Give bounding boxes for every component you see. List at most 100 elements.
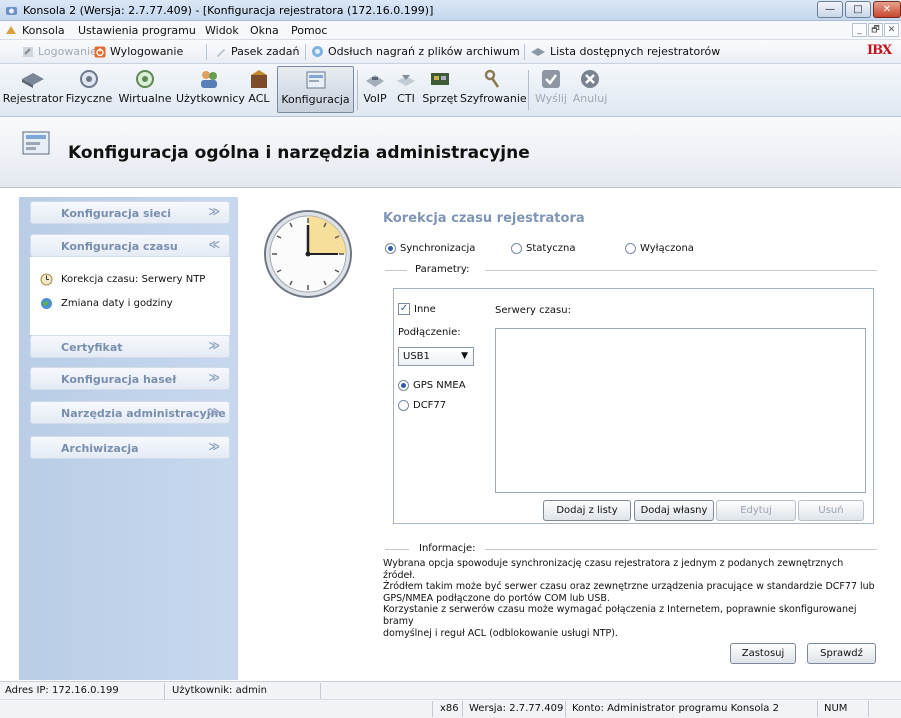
connection-label: Podłączenie: <box>398 327 461 338</box>
protocol-dcf77-radio[interactable]: DCF77 <box>398 400 446 411</box>
toolbar-szyfrowanie[interactable]: Szyfrowanie <box>460 66 527 113</box>
mdi-minimize-button[interactable]: _ <box>852 23 867 37</box>
time-servers-list[interactable] <box>495 328 866 493</box>
minimize-button[interactable]: — <box>817 1 843 18</box>
toolbar-wyslij[interactable]: Wyślij <box>532 66 570 113</box>
sidebar: Konfiguracja sieci ≫ Konfiguracja czasu … <box>19 197 238 680</box>
archive-playback-button[interactable]: Odsłuch nagrań z plików archiwum <box>311 45 520 58</box>
toolbar-label: Wyślij <box>534 92 568 105</box>
mode-sync-radio[interactable]: Synchronizacja <box>385 243 475 254</box>
status-num: NUM <box>824 703 848 714</box>
check-button[interactable]: Sprawdź <box>807 643 876 664</box>
toolbar-label: Rejestrator <box>2 92 64 105</box>
servers-label: Serwery czasu: <box>495 305 571 316</box>
sidebar-group-archiving[interactable]: Archiwizacja ≫ <box>30 436 230 459</box>
toolbar-wirtualne[interactable]: Wirtualne <box>115 66 175 113</box>
recorder-icon <box>531 47 545 56</box>
sidebar-group-label: Konfiguracja sieci <box>61 207 172 220</box>
info-line: Źródłem takim może być serwer czasu oraz… <box>383 581 875 593</box>
toolbar-voip[interactable]: VoIP <box>360 66 390 113</box>
status-bar: Adres IP: 172.16.0.199 Użytkownik: admin <box>0 681 901 699</box>
info-line: domyślnej i reguł ACL (odblokowanie usłu… <box>383 627 618 639</box>
mode-disabled-radio[interactable]: Wyłączona <box>625 243 694 254</box>
sidebar-item-label: Zmiana daty i godziny <box>61 298 173 309</box>
app-icon <box>6 7 17 15</box>
chevron-down-icon: ≫ <box>208 440 220 453</box>
mode-static-radio[interactable]: Statyczna <box>511 243 575 254</box>
separator <box>357 70 358 110</box>
toolbar-acl[interactable]: ACL <box>244 66 274 113</box>
recorders-list-button[interactable]: Lista dostępnych rejestratorów <box>530 45 720 58</box>
radio-selected <box>385 243 396 254</box>
logout-button[interactable]: Wylogowanie <box>94 45 183 58</box>
chevron-down-icon: ≫ <box>208 405 220 418</box>
menu-bar: Konsola Ustawienia programu Widok Okna P… <box>0 21 901 40</box>
window-title: Konsola 2 (Wersja: 2.7.77.409) - [Konfig… <box>23 4 434 17</box>
sidebar-item-date-time[interactable]: Zmiana daty i godziny <box>40 297 173 310</box>
toolbar-anuluj[interactable]: Anuluj <box>570 66 610 113</box>
cti-icon <box>397 75 415 86</box>
mdi-close-button[interactable]: ✕ <box>884 23 899 37</box>
sidebar-group-certificate[interactable]: Certyfikat ≫ <box>30 335 230 358</box>
sidebar-time-items: Korekcja czasu: Serwery NTP Zmiana daty … <box>30 257 230 335</box>
configuration-icon <box>22 131 50 155</box>
users-icon <box>201 71 217 88</box>
toolbar-sprzet[interactable]: Sprzęt <box>422 66 458 113</box>
sidebar-group-label: Konfiguracja haseł <box>61 373 177 386</box>
separator <box>817 701 818 717</box>
info-line: Wybrana opcja spowoduje synchronizację c… <box>383 558 844 581</box>
divider <box>485 270 877 271</box>
sidebar-group-passwords[interactable]: Konfiguracja haseł ≫ <box>30 367 230 390</box>
other-checkbox[interactable]: ✓ Inne <box>398 303 436 315</box>
sidebar-group-network[interactable]: Konfiguracja sieci ≫ <box>30 201 230 224</box>
toolbar-label: Sprzęt <box>422 92 458 105</box>
add-own-button[interactable]: Dodaj własny <box>634 500 714 521</box>
menu-konsola[interactable]: Konsola <box>22 24 65 37</box>
logout-label: Wylogowanie <box>110 45 184 58</box>
toolbar-konfiguracja[interactable]: Konfiguracja <box>277 66 354 113</box>
toolbar-rejestrator[interactable]: Rejestrator <box>2 66 64 113</box>
connection-value: USB1 <box>403 351 430 362</box>
toolbar-uzytkownicy[interactable]: Użytkownicy <box>176 66 245 113</box>
sidebar-group-label: Archiwizacja <box>61 442 139 455</box>
toolbar-cti[interactable]: CTI <box>392 66 420 113</box>
status-ip: Adres IP: 172.16.0.199 <box>5 685 119 696</box>
login-label: Logowanie <box>38 45 97 58</box>
main-toolbar: Rejestrator Fizyczne Wirtualne Użytkowni… <box>0 64 901 117</box>
toolbar-fizyczne[interactable]: Fizyczne <box>64 66 114 113</box>
logout-icon <box>94 46 106 57</box>
login-button[interactable]: Logowanie <box>22 45 97 58</box>
status-arch: x86 <box>440 703 459 714</box>
sidebar-item-ntp[interactable]: Korekcja czasu: Serwery NTP <box>40 273 205 286</box>
sidebar-group-time[interactable]: Konfiguracja czasu ≪ <box>30 234 230 257</box>
separator <box>206 44 207 60</box>
cancel-icon <box>581 70 599 88</box>
toolbar-label: Fizyczne <box>65 92 113 105</box>
key-icon <box>484 69 500 88</box>
maximize-button[interactable]: □ <box>845 1 871 18</box>
status-user: Użytkownik: admin <box>172 685 267 696</box>
checkbox-label: Inne <box>414 303 436 315</box>
sidebar-group-admin-tools[interactable]: Narzędzia administracyjne ≫ <box>30 401 230 424</box>
menu-help[interactable]: Pomoc <box>291 24 327 37</box>
toolbar-label: Anuluj <box>572 92 608 105</box>
add-from-list-button[interactable]: Dodaj z listy <box>543 500 631 521</box>
connection-select[interactable]: USB1 ▼ <box>398 347 474 366</box>
radio-label: Wyłączona <box>640 243 694 254</box>
taskbar-label: Pasek zadań <box>231 45 300 58</box>
status-account: Konto: Administrator programu Konsola 2 <box>572 703 779 714</box>
menu-view[interactable]: Widok <box>205 24 239 37</box>
protocol-gps-radio[interactable]: GPS NMEA <box>398 380 466 391</box>
taskbar-button[interactable]: Pasek zadań <box>215 45 299 58</box>
menu-settings[interactable]: Ustawienia programu <box>78 24 196 37</box>
mdi-restore-button[interactable]: 🗗 <box>868 23 883 37</box>
apply-button[interactable]: Zastosuj <box>730 643 796 664</box>
params-label: Parametry: <box>415 264 470 275</box>
remove-button[interactable]: Usuń <box>798 500 864 521</box>
chevron-up-icon: ≪ <box>208 238 220 251</box>
edit-button[interactable]: Edytuj <box>716 500 796 521</box>
quick-bar: Logowanie Wylogowanie Pasek zadań Odsłuc… <box>0 40 901 64</box>
menu-windows[interactable]: Okna <box>250 24 279 37</box>
dropdown-arrow-icon: ▼ <box>461 351 468 361</box>
close-button[interactable]: ✕ <box>873 1 901 18</box>
